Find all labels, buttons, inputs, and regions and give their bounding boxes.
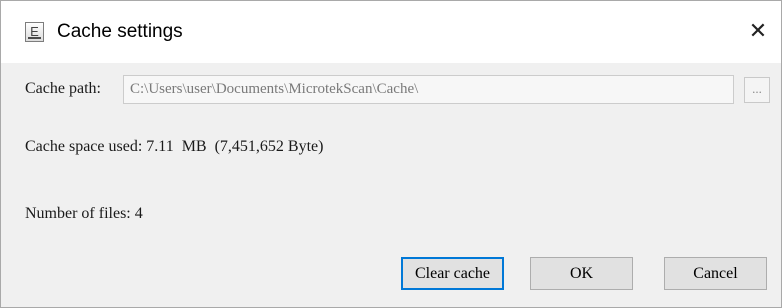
cache-space-used-value: 7.11 MB (7,451,652 Byte) [146, 138, 324, 155]
browse-button[interactable]: ... [744, 77, 770, 103]
close-icon: ✕ [748, 19, 768, 44]
window-title: Cache settings [57, 21, 183, 42]
title-bar[interactable]: E Cache settings ✕ [1, 1, 781, 63]
cache-space-used-label: Cache space used: [25, 138, 143, 155]
number-of-files-label: Number of files: [25, 205, 131, 222]
cancel-button[interactable]: Cancel [664, 257, 767, 290]
clear-cache-button[interactable]: Clear cache [401, 257, 504, 290]
close-button[interactable]: ✕ [735, 1, 781, 63]
app-icon: E [25, 22, 44, 42]
dialog-body: Cache path: C:\Users\user\Documents\Micr… [1, 63, 781, 307]
ok-button[interactable]: OK [530, 257, 633, 290]
cache-path-label: Cache path: [25, 80, 101, 97]
cache-path-field: C:\Users\user\Documents\MicrotekScan\Cac… [123, 75, 734, 104]
cache-space-used-row: Cache space used: 7.11 MB (7,451,652 Byt… [25, 137, 323, 157]
cache-settings-dialog: E Cache settings ✕ Cache path: C:\Users\… [0, 0, 782, 308]
number-of-files-value: 4 [134, 205, 143, 222]
number-of-files-row: Number of files: 4 [25, 204, 143, 224]
